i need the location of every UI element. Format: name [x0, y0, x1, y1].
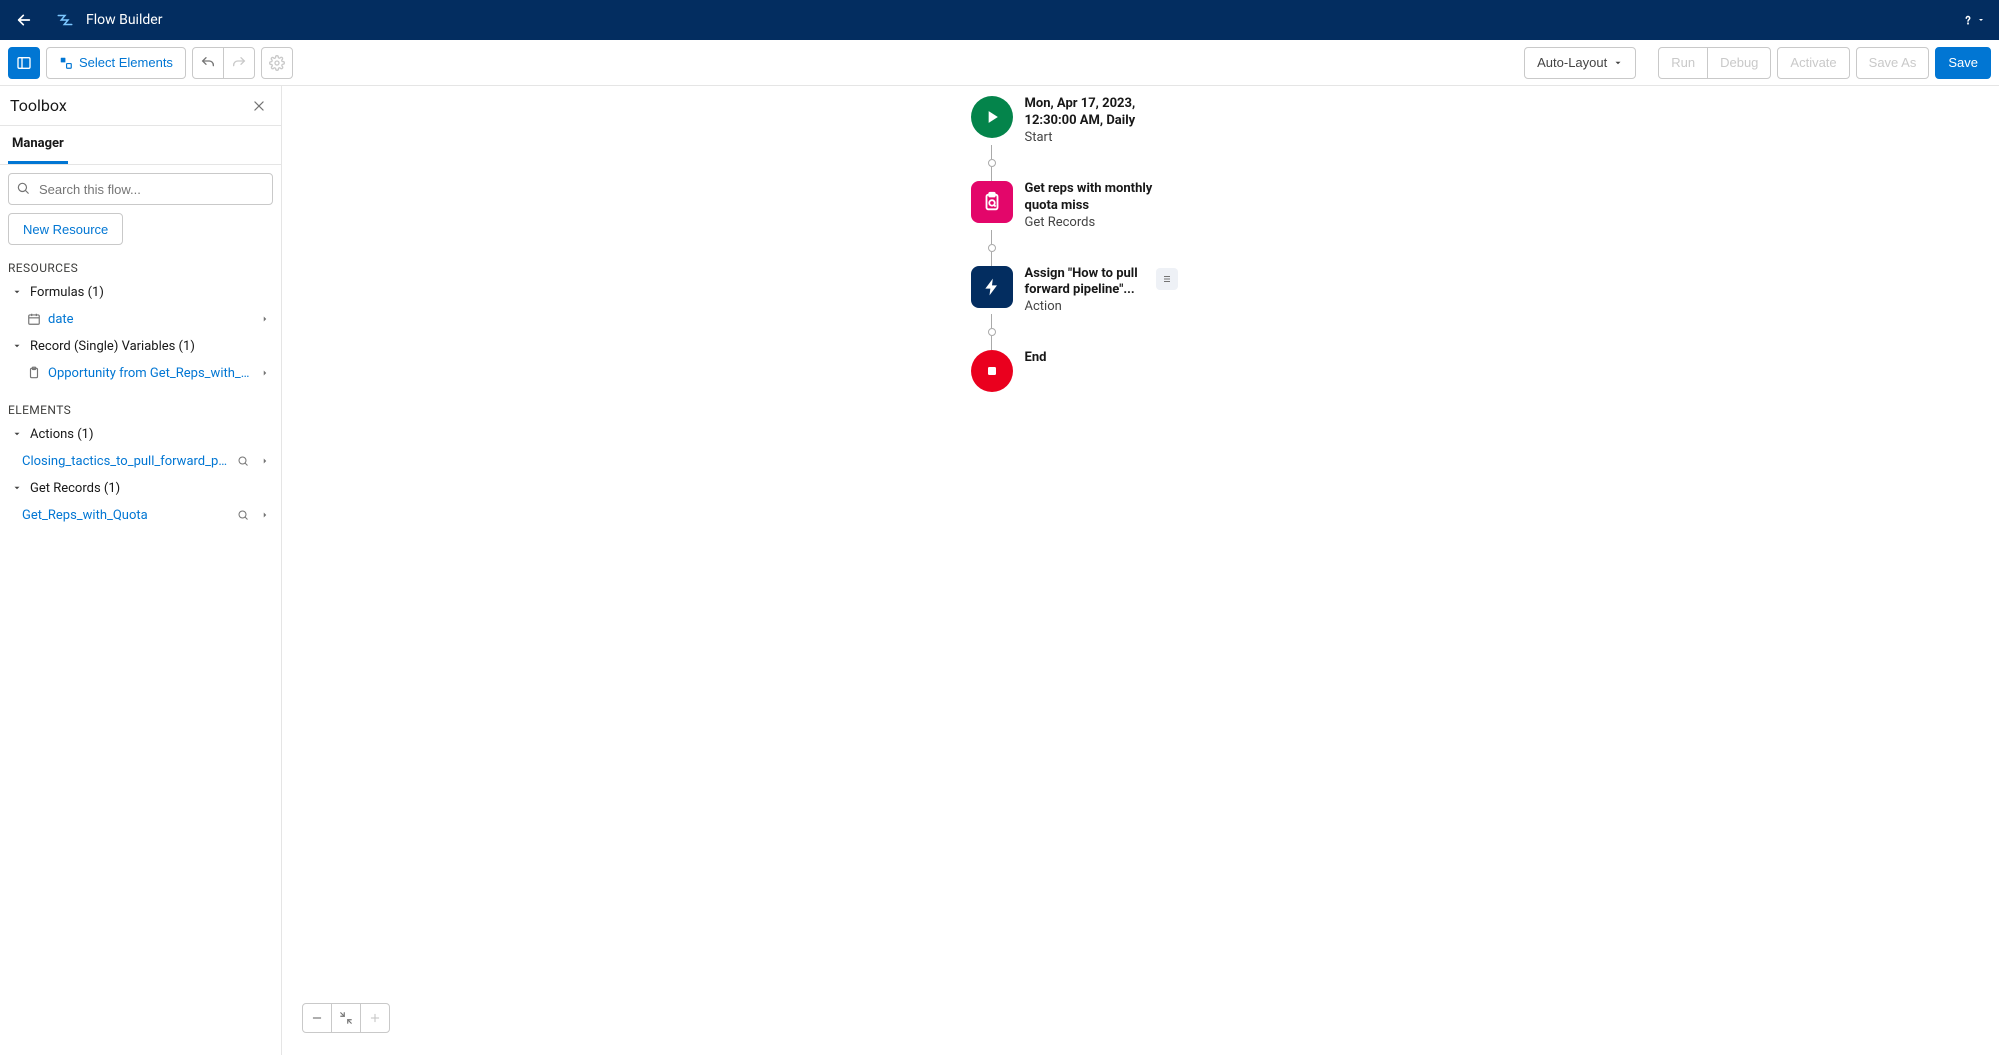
chevron-right-icon — [257, 510, 273, 520]
panel-left-icon — [16, 55, 32, 71]
close-icon — [252, 99, 266, 113]
get-records-icon — [971, 181, 1013, 223]
tree-item-get-records[interactable]: Get_Reps_with_Quota — [8, 501, 273, 529]
tree-item-formula-date[interactable]: date — [8, 305, 273, 333]
get-records-title-line1: Get reps with monthly — [1025, 181, 1153, 198]
undo-icon — [200, 55, 216, 71]
tree-record-variables[interactable]: Record (Single) Variables (1) — [8, 333, 273, 359]
date-icon — [26, 312, 42, 326]
app-header: Flow Builder — [0, 0, 1999, 40]
action-title-line2: forward pipeline"... — [1025, 282, 1138, 299]
toolbar: Select Elements Auto-Layout Run Debug Ac… — [0, 40, 1999, 86]
layout-dropdown-label: Auto-Layout — [1537, 55, 1607, 70]
redo-button[interactable] — [223, 47, 255, 79]
connector[interactable] — [971, 145, 1013, 181]
chevron-down-icon — [10, 341, 24, 351]
search-icon[interactable] — [235, 455, 251, 467]
flow-diagram: Mon, Apr 17, 2023, 12:30:00 AM, Daily St… — [971, 96, 1178, 392]
start-title-line1: Mon, Apr 17, 2023, — [1025, 96, 1136, 113]
debug-button[interactable]: Debug — [1707, 47, 1771, 79]
cursor-select-icon — [59, 56, 73, 70]
select-elements-button[interactable]: Select Elements — [46, 47, 186, 79]
search-icon — [16, 181, 30, 195]
flow-node-start[interactable]: Mon, Apr 17, 2023, 12:30:00 AM, Daily St… — [971, 96, 1178, 145]
clipboard-icon — [26, 366, 42, 380]
caret-down-icon — [1613, 58, 1623, 68]
run-button[interactable]: Run — [1658, 47, 1708, 79]
flow-canvas[interactable]: Mon, Apr 17, 2023, 12:30:00 AM, Daily St… — [282, 86, 1999, 1055]
run-group: Run Debug — [1658, 47, 1771, 79]
toolbox-panel: Toolbox Manager New Resource RESOURCES F… — [0, 86, 282, 1055]
flow-node-get-records[interactable]: Get reps with monthly quota miss Get Rec… — [971, 181, 1178, 230]
section-resources-label: RESOURCES — [8, 261, 273, 275]
play-icon — [982, 107, 1002, 127]
section-elements-label: ELEMENTS — [8, 403, 273, 417]
end-icon — [971, 350, 1013, 392]
redo-icon — [231, 55, 247, 71]
close-toolbox-button[interactable] — [247, 94, 271, 118]
toolbox-title: Toolbox — [10, 96, 247, 115]
flow-node-action[interactable]: Assign "How to pull forward pipeline"...… — [971, 266, 1178, 315]
action-icon — [971, 266, 1013, 308]
zoom-controls — [302, 1003, 390, 1033]
end-title: End — [1025, 350, 1047, 367]
action-detail-button[interactable] — [1156, 268, 1178, 290]
minus-icon — [310, 1011, 324, 1025]
action-subtitle: Action — [1025, 299, 1138, 314]
save-button[interactable]: Save — [1935, 47, 1991, 79]
settings-button[interactable] — [261, 47, 293, 79]
tab-manager[interactable]: Manager — [8, 126, 68, 164]
tree-item-action[interactable]: Closing_tactics_to_pull_forward_pi... — [8, 447, 273, 475]
undo-button[interactable] — [192, 47, 224, 79]
stop-icon — [984, 363, 1000, 379]
undo-redo-group — [192, 47, 255, 79]
toolbox-tabs: Manager — [0, 126, 281, 165]
tree-actions[interactable]: Actions (1) — [8, 421, 273, 447]
tree-get-records[interactable]: Get Records (1) — [8, 475, 273, 501]
chevron-down-icon — [10, 287, 24, 297]
select-elements-label: Select Elements — [79, 55, 173, 70]
lightning-icon — [982, 277, 1002, 297]
tree-item-record-var[interactable]: Opportunity from Get_Reps_with_Q... — [8, 359, 273, 387]
chevron-down-icon — [10, 483, 24, 493]
toggle-toolbox-button[interactable] — [8, 47, 40, 79]
get-records-title-line2: quota miss — [1025, 198, 1153, 215]
gear-icon — [269, 55, 285, 71]
search-input[interactable] — [8, 173, 273, 205]
action-title-line1: Assign "How to pull — [1025, 266, 1138, 283]
caret-down-icon — [1977, 16, 1985, 24]
flow-node-end[interactable]: End — [971, 350, 1178, 392]
zoom-in-button[interactable] — [360, 1003, 390, 1033]
layout-dropdown[interactable]: Auto-Layout — [1524, 47, 1636, 79]
search-icon[interactable] — [235, 509, 251, 521]
new-resource-button[interactable]: New Resource — [8, 213, 123, 245]
chevron-right-icon — [257, 314, 273, 324]
zoom-fit-button[interactable] — [331, 1003, 361, 1033]
help-menu[interactable] — [1955, 9, 1991, 31]
zoom-out-button[interactable] — [302, 1003, 332, 1033]
save-as-button[interactable]: Save As — [1856, 47, 1930, 79]
flow-builder-icon — [54, 9, 76, 31]
chevron-right-icon — [257, 368, 273, 378]
connector[interactable] — [971, 314, 1013, 350]
get-records-subtitle: Get Records — [1025, 215, 1153, 230]
clipboard-search-icon — [981, 191, 1003, 213]
arrow-left-icon — [16, 12, 32, 28]
chevron-down-icon — [10, 429, 24, 439]
start-icon — [971, 96, 1013, 138]
app-title: Flow Builder — [86, 12, 162, 28]
back-button[interactable] — [8, 4, 40, 36]
tree-formulas[interactable]: Formulas (1) — [8, 279, 273, 305]
list-icon — [1161, 273, 1173, 285]
start-subtitle: Start — [1025, 130, 1136, 145]
plus-icon — [368, 1011, 382, 1025]
compress-icon — [339, 1011, 353, 1025]
help-icon — [1961, 13, 1975, 27]
search-wrap — [8, 173, 273, 205]
toolbox-header: Toolbox — [0, 86, 281, 126]
activate-button[interactable]: Activate — [1777, 47, 1849, 79]
connector[interactable] — [971, 230, 1013, 266]
chevron-right-icon — [257, 456, 273, 466]
start-title-line2: 12:30:00 AM, Daily — [1025, 113, 1136, 130]
